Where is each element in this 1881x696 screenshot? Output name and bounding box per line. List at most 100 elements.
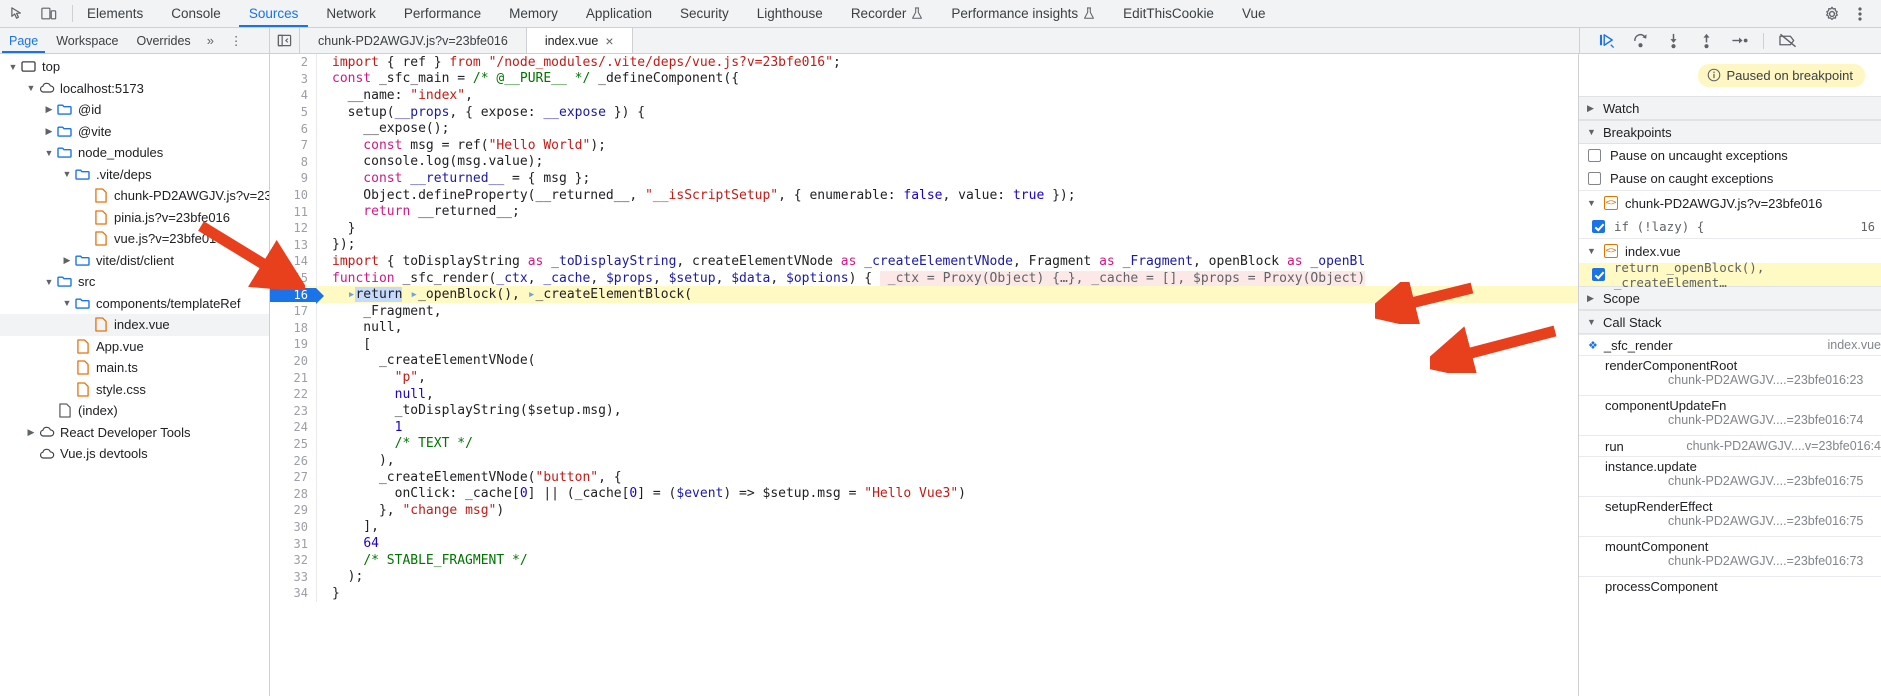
section-header-breakpoints[interactable]: ▼Breakpoints	[1579, 120, 1881, 144]
line-number[interactable]: 32	[270, 553, 316, 567]
navigator-tab-menu[interactable]: ⋮	[221, 28, 252, 53]
call-stack-frame[interactable]: renderComponentRootchunk-PD2AWGJV....=23…	[1579, 355, 1881, 395]
line-number[interactable]: 21	[270, 371, 316, 385]
line-number[interactable]: 24	[270, 420, 316, 434]
line-number[interactable]: 11	[270, 205, 316, 219]
call-stack-frame[interactable]: processComponent	[1579, 576, 1881, 616]
source-code-editor[interactable]: 2import { ref } from "/node_modules/.vit…	[270, 54, 1579, 696]
twisty-expanded-icon[interactable]: ▼	[42, 277, 56, 287]
line-number[interactable]: 22	[270, 387, 316, 401]
line-number[interactable]: 5	[270, 105, 316, 119]
line-number[interactable]: 18	[270, 321, 316, 335]
tree-file-node[interactable]: ▶style.css	[0, 379, 269, 401]
line-number[interactable]: 17	[270, 304, 316, 318]
main-tab-lighthouse[interactable]: Lighthouse	[743, 0, 837, 27]
deactivate-breakpoints-button[interactable]	[1773, 30, 1803, 52]
line-number[interactable]: 19	[270, 337, 316, 351]
line-number[interactable]: 25	[270, 437, 316, 451]
editor-tab-index-vue[interactable]: index.vue×	[527, 28, 633, 53]
checkbox[interactable]	[1592, 220, 1605, 233]
line-number[interactable]: 26	[270, 454, 316, 468]
line-number[interactable]: 10	[270, 188, 316, 202]
call-stack-frame[interactable]: runchunk-PD2AWGJV....v=23bfe016:4	[1579, 435, 1881, 456]
pause-option-row[interactable]: Pause on uncaught exceptions	[1579, 144, 1881, 167]
main-tab-console[interactable]: Console	[157, 0, 235, 27]
tree-folder-node[interactable]: ▼.vite/deps	[0, 164, 269, 186]
tree-group-node[interactable]: ▶Vue.js devtools	[0, 443, 269, 465]
twisty-expanded-icon[interactable]: ▼	[6, 62, 20, 72]
line-number[interactable]: 31	[270, 537, 316, 551]
line-number[interactable]: 30	[270, 520, 316, 534]
pause-option-row[interactable]: Pause on caught exceptions	[1579, 167, 1881, 190]
line-number[interactable]: 3	[270, 72, 316, 86]
twisty-collapsed-icon[interactable]: ▶	[60, 255, 74, 266]
call-stack-frame[interactable]: ❖_sfc_renderindex.vue	[1579, 334, 1881, 355]
tree-file-node[interactable]: ▶pinia.js?v=23bfe016	[0, 207, 269, 229]
main-tab-security[interactable]: Security	[666, 0, 743, 27]
tree-folder-node[interactable]: ▼node_modules	[0, 142, 269, 164]
tree-group-node[interactable]: ▼localhost:5173	[0, 78, 269, 100]
line-number[interactable]: 8	[270, 155, 316, 169]
tree-folder-node[interactable]: ▼components/templateRef	[0, 293, 269, 315]
checkbox[interactable]	[1588, 149, 1601, 162]
line-number[interactable]: 15	[270, 271, 316, 285]
kebab-menu-icon[interactable]	[1849, 3, 1871, 25]
line-number[interactable]: 9	[270, 171, 316, 185]
line-number[interactable]: 28	[270, 487, 316, 501]
step-into-next-function-call-button[interactable]	[1658, 30, 1688, 52]
tree-file-node[interactable]: ▶(index)	[0, 400, 269, 422]
line-number[interactable]: 23	[270, 404, 316, 418]
navigator-tab-page[interactable]: Page	[0, 28, 47, 53]
checkbox[interactable]	[1592, 268, 1605, 281]
line-number[interactable]: 20	[270, 354, 316, 368]
tree-group-node[interactable]: ▼top	[0, 56, 269, 78]
twisty-expanded-icon[interactable]: ▼	[24, 83, 38, 93]
navigator-tab-overrides[interactable]: Overrides	[128, 28, 200, 53]
call-stack-frame[interactable]: mountComponentchunk-PD2AWGJV....=23bfe01…	[1579, 536, 1881, 576]
tree-file-node[interactable]: ▶vue.js?v=23bfe016	[0, 228, 269, 250]
call-stack-frame[interactable]: setupRenderEffectchunk-PD2AWGJV....=23bf…	[1579, 496, 1881, 536]
tree-folder-node[interactable]: ▼src	[0, 271, 269, 293]
line-number[interactable]: 33	[270, 570, 316, 584]
tree-folder-node[interactable]: ▶@id	[0, 99, 269, 121]
tree-file-node[interactable]: ▶index.vue	[0, 314, 269, 336]
main-tab-vue[interactable]: Vue	[1228, 0, 1280, 27]
twisty-expanded-icon[interactable]: ▼	[60, 298, 74, 308]
main-tab-performance-insights[interactable]: Performance insights	[937, 0, 1109, 27]
line-number[interactable]: 4	[270, 88, 316, 102]
section-header-scope[interactable]: ▶Scope	[1579, 286, 1881, 310]
navigator-tab-workspace[interactable]: Workspace	[47, 28, 127, 53]
gear-icon[interactable]	[1821, 3, 1843, 25]
inspect-element-icon[interactable]	[6, 3, 28, 25]
tree-file-node[interactable]: ▶App.vue	[0, 336, 269, 358]
tree-folder-node[interactable]: ▶@vite	[0, 121, 269, 143]
main-tab-editthiscookie[interactable]: EditThisCookie	[1109, 0, 1228, 27]
line-number[interactable]: 34	[270, 586, 316, 600]
twisty-expanded-icon[interactable]: ▼	[42, 148, 56, 158]
checkbox[interactable]	[1588, 172, 1601, 185]
twisty-collapsed-icon[interactable]: ▶	[24, 427, 38, 438]
line-number[interactable]: 6	[270, 122, 316, 136]
step-button[interactable]	[1724, 30, 1754, 52]
twisty-collapsed-icon[interactable]: ▶	[42, 126, 56, 137]
resume-script-execution-button[interactable]	[1592, 30, 1622, 52]
main-tab-sources[interactable]: Sources	[235, 0, 313, 27]
step-out-of-current-function-button[interactable]	[1691, 30, 1721, 52]
close-icon[interactable]: ×	[605, 34, 613, 48]
twisty-collapsed-icon[interactable]: ▶	[42, 104, 56, 115]
tree-group-node[interactable]: ▶React Developer Tools	[0, 422, 269, 444]
tree-file-node[interactable]: ▶chunk-PD2AWGJV.js?v=23bfe016	[0, 185, 269, 207]
twisty-expanded-icon[interactable]: ▼	[60, 169, 74, 179]
line-number[interactable]: 16	[270, 288, 316, 302]
section-header-call-stack[interactable]: ▼Call Stack	[1579, 310, 1881, 334]
navigator-tab-more[interactable]: »	[200, 28, 221, 53]
line-number[interactable]: 29	[270, 503, 316, 517]
main-tab-application[interactable]: Application	[572, 0, 666, 27]
call-stack-frame[interactable]: instance.updatechunk-PD2AWGJV....=23bfe0…	[1579, 456, 1881, 496]
main-tab-memory[interactable]: Memory	[495, 0, 572, 27]
step-over-next-function-call-button[interactable]	[1625, 30, 1655, 52]
breakpoint-item[interactable]: return _openBlock(), _createElement…	[1579, 263, 1881, 286]
editor-tab-chunk-js[interactable]: chunk-PD2AWGJV.js?v=23bfe016	[300, 28, 527, 53]
line-number[interactable]: 2	[270, 55, 316, 69]
line-number[interactable]: 7	[270, 138, 316, 152]
